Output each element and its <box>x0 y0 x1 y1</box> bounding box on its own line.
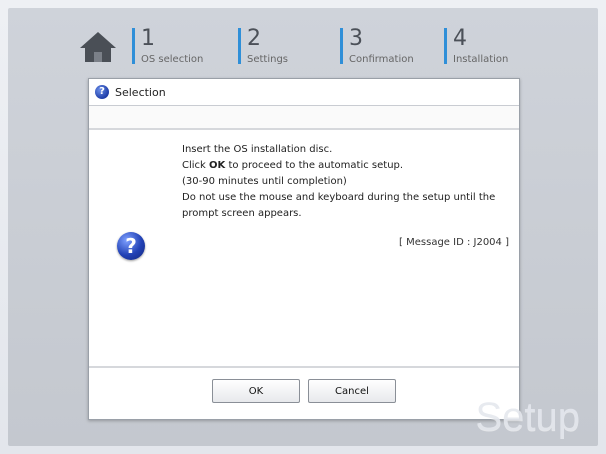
step-number: 2 <box>247 26 261 51</box>
dialog-footer: OK Cancel <box>89 368 519 414</box>
step-installation: 4 Installation <box>444 26 509 65</box>
ok-button[interactable]: OK <box>212 379 300 403</box>
dialog-subheader-band <box>89 106 519 130</box>
dialog-title: Selection <box>115 85 166 99</box>
message-line: Insert the OS installation disc. <box>182 144 333 155</box>
message-text: Click <box>182 160 210 171</box>
setup-watermark: Setup <box>475 395 580 439</box>
step-os-selection: 1 OS selection <box>132 26 204 65</box>
message-line: Do not use the mouse and keyboard during… <box>182 192 496 203</box>
cancel-button[interactable]: Cancel <box>308 379 396 403</box>
message-id: [ Message ID : J2004 ] <box>399 237 509 248</box>
message-line-ok: Click OK to proceed to the automatic set… <box>182 158 512 174</box>
step-number: 3 <box>349 26 363 51</box>
message-line: (30-90 minutes until completion) <box>182 176 347 187</box>
step-number: 4 <box>453 26 467 51</box>
step-settings: 2 Settings <box>238 26 289 65</box>
step-label: Confirmation <box>349 54 414 65</box>
step-confirmation: 3 Confirmation <box>340 26 414 65</box>
step-label: Installation <box>453 54 509 65</box>
selection-dialog: ? Selection Insert the OS installation d… <box>88 78 520 420</box>
setup-frame: 1 OS selection 2 Settings 3 Confirmation… <box>8 8 598 446</box>
question-icon: ? <box>117 232 145 260</box>
message-text: to proceed to the automatic setup. <box>225 160 404 171</box>
message-line: prompt screen appears. <box>182 208 302 219</box>
home-icon[interactable] <box>78 30 118 64</box>
dialog-body: Insert the OS installation disc. Click O… <box>89 130 519 368</box>
question-icon: ? <box>95 85 109 99</box>
dialog-message: Insert the OS installation disc. Click O… <box>182 142 512 222</box>
dialog-titlebar: ? Selection <box>89 79 519 106</box>
step-label: OS selection <box>141 54 204 65</box>
message-bold-ok: OK <box>209 160 226 171</box>
step-number: 1 <box>141 26 155 51</box>
step-label: Settings <box>247 54 289 65</box>
